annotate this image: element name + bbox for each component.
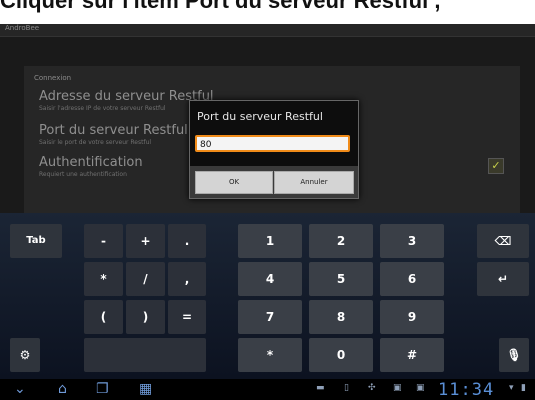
pref-summary: Saisir l'adresse IP de votre serveur Res… <box>39 105 166 112</box>
key-3[interactable]: 3 <box>380 224 444 258</box>
key-asterisk[interactable]: * <box>84 262 123 296</box>
pref-summary: Saisir le port de votre serveur Restful <box>39 139 152 146</box>
pref-title: Authentification <box>39 155 143 170</box>
port-dialog: Port du serveur Restful 80 OK Annuler <box>189 100 359 199</box>
status-clock: 11:34 <box>438 380 495 400</box>
port-input[interactable]: 80 <box>195 135 350 152</box>
pref-server-address[interactable]: Adresse du serveur Restful Saisir l'adre… <box>39 89 214 112</box>
backspace-key[interactable]: ⌫ <box>477 224 529 258</box>
backspace-icon: ⌫ <box>494 234 512 248</box>
home-icon[interactable]: ⌂ <box>58 382 67 396</box>
notification-icon: ▬ <box>316 383 325 393</box>
cancel-button[interactable]: Annuler <box>274 171 354 194</box>
key-slash[interactable]: / <box>126 262 165 296</box>
key-0[interactable]: 0 <box>309 338 373 372</box>
section-header: Connexion <box>34 74 72 82</box>
key-4[interactable]: 4 <box>238 262 302 296</box>
key-comma[interactable]: , <box>168 262 206 296</box>
key-star[interactable]: * <box>238 338 302 372</box>
key-2[interactable]: 2 <box>309 224 373 258</box>
key-close-paren[interactable]: ) <box>126 300 165 334</box>
app-title: AndroBee <box>5 24 40 32</box>
debug-icon: ✣ <box>368 383 376 393</box>
download-icon: ▣ <box>393 383 402 393</box>
keyboard-settings-icon: ⚙ <box>19 348 31 362</box>
settings-screen: Connexion Adresse du serveur Restful Sai… <box>0 37 535 222</box>
key-9[interactable]: 9 <box>380 300 444 334</box>
ok-button[interactable]: OK <box>195 171 273 194</box>
key-plus[interactable]: + <box>126 224 165 258</box>
caption-text: Cliquer sur l'item Port du serveur Restf… <box>0 0 441 13</box>
key-minus[interactable]: - <box>84 224 123 258</box>
key-open-paren[interactable]: ( <box>84 300 123 334</box>
voice-key[interactable]: 🎙 <box>499 338 529 372</box>
key-7[interactable]: 7 <box>238 300 302 334</box>
key-equals[interactable]: = <box>168 300 206 334</box>
tutorial-caption: Cliquer sur l'item Port du serveur Restf… <box>0 0 535 24</box>
download-icon: ▣ <box>416 383 425 393</box>
usb-icon: ▯ <box>344 383 349 393</box>
key-6[interactable]: 6 <box>380 262 444 296</box>
key-5[interactable]: 5 <box>309 262 373 296</box>
space-key[interactable] <box>84 338 206 372</box>
pref-authentication[interactable]: Authentification Requiert une authentifi… <box>39 155 143 178</box>
recent-apps-icon[interactable]: ❐ <box>96 382 109 396</box>
key-1[interactable]: 1 <box>238 224 302 258</box>
device-screen: AndroBee Connexion Adresse du serveur Re… <box>0 24 535 400</box>
key-period[interactable]: . <box>168 224 206 258</box>
key-hash[interactable]: # <box>380 338 444 372</box>
back-down-icon[interactable]: ⌄ <box>14 382 26 396</box>
system-nav-bar: ⌄ ⌂ ❐ ▦ ▬ ▯ ✣ ▣ ▣ 11:34 ▾ ▮ <box>0 379 535 400</box>
wifi-icon: ▾ <box>509 383 514 393</box>
battery-icon: ▮ <box>521 383 526 393</box>
app-title-bar: AndroBee <box>0 24 535 37</box>
dialog-title: Port du serveur Restful <box>197 110 323 123</box>
pref-title: Adresse du serveur Restful <box>39 89 214 104</box>
dialog-button-bar: OK Annuler <box>190 166 358 198</box>
keyboard-switch-icon[interactable]: ▦ <box>139 382 152 396</box>
pref-server-port[interactable]: Port du serveur Restful Saisir le port d… <box>39 123 188 146</box>
authentication-checkbox[interactable]: ✓ <box>488 158 504 174</box>
tab-key[interactable]: Tab <box>10 224 62 258</box>
enter-key[interactable]: ↵ <box>477 262 529 296</box>
microphone-icon: 🎙 <box>506 348 522 362</box>
enter-icon: ↵ <box>497 272 509 286</box>
settings-key[interactable]: ⚙ <box>10 338 40 372</box>
pref-title: Port du serveur Restful <box>39 123 188 138</box>
numeric-keyboard: Tab - + . 1 2 3 ⌫ * / , 4 5 6 ↵ ( ) = 7 … <box>0 213 535 379</box>
pref-summary: Requiert une authentification <box>39 171 127 178</box>
key-8[interactable]: 8 <box>309 300 373 334</box>
